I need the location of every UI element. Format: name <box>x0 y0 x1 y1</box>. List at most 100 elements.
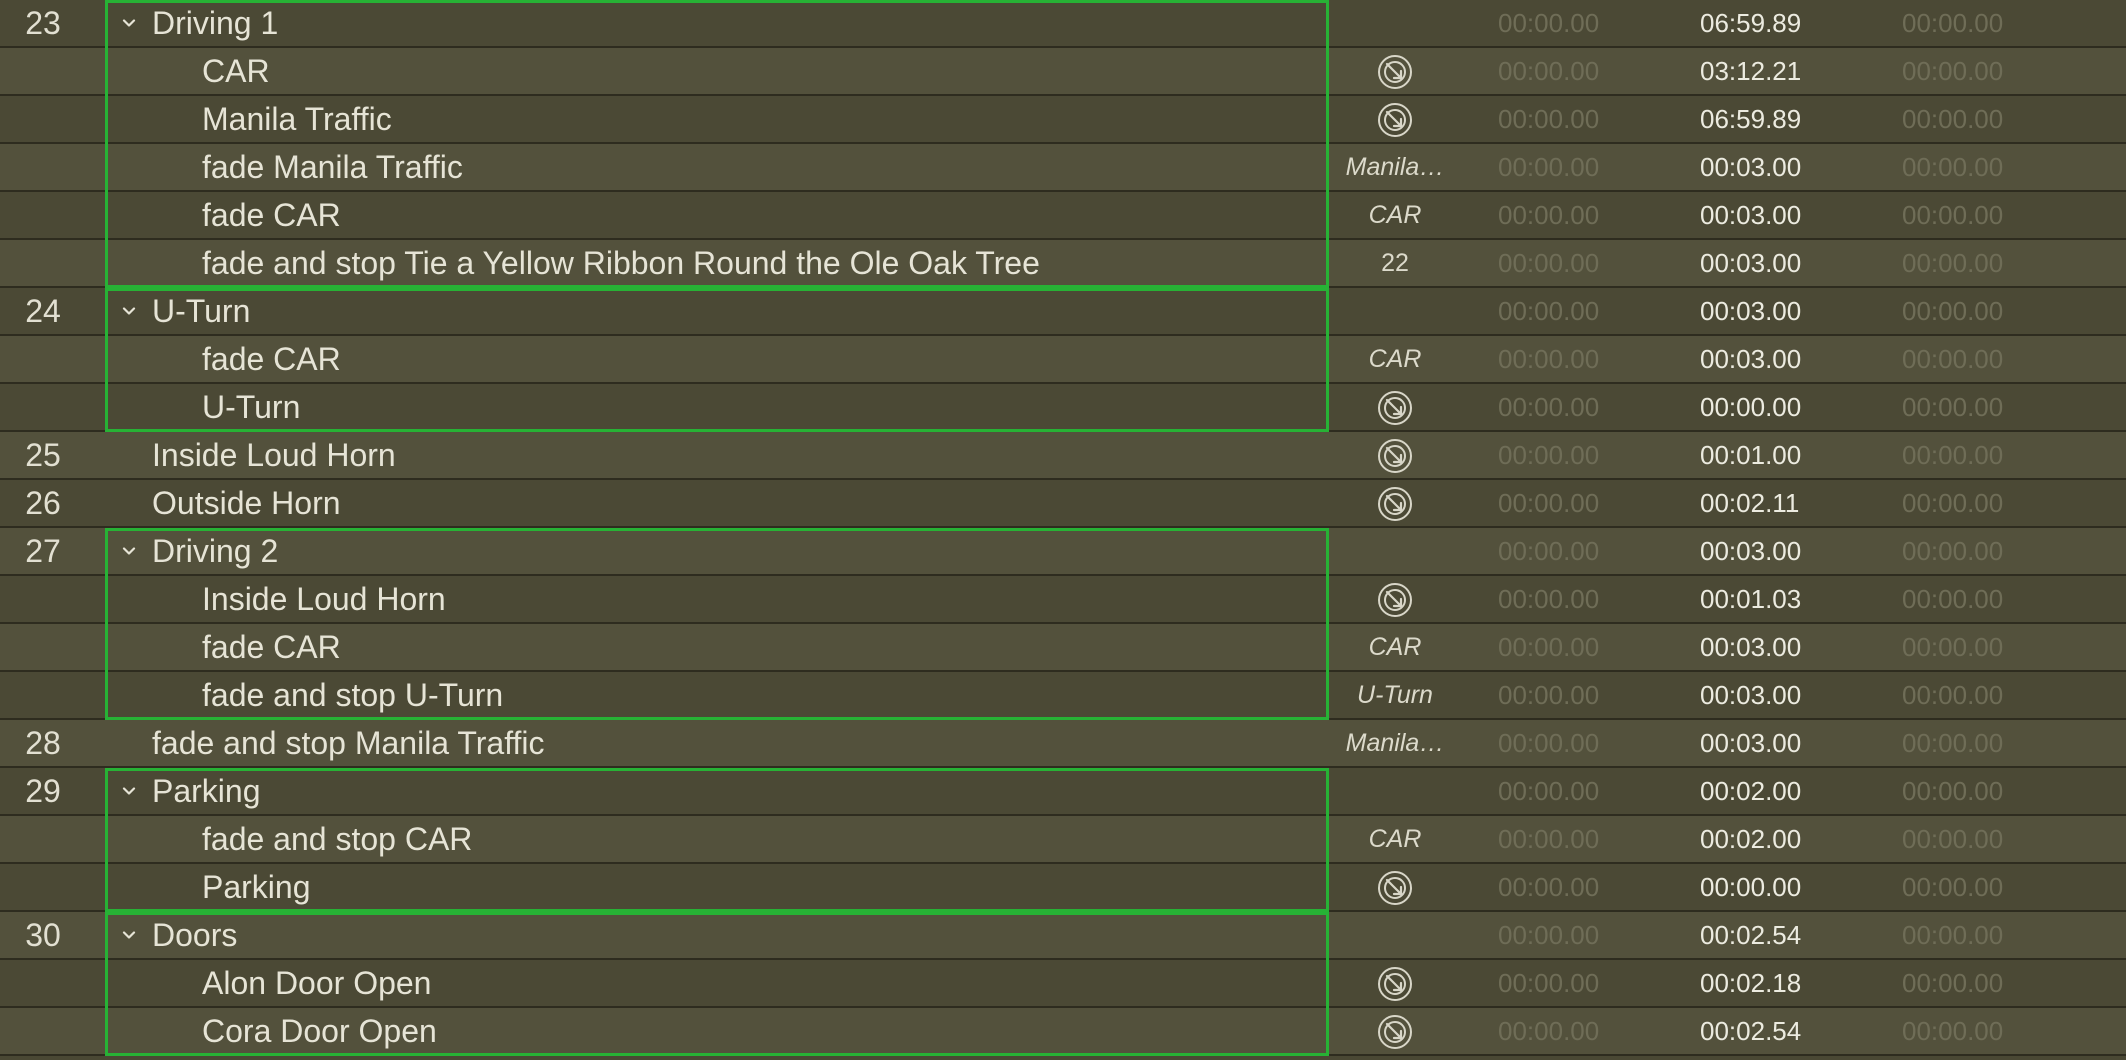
audio-target-icon[interactable] <box>1330 864 1460 910</box>
cue-row[interactable]: Alon Door Open 00:00.00 00:02.18 00:00.00 <box>0 960 2126 1008</box>
cue-name: CAR <box>202 53 270 89</box>
duration-time: 00:02.00 <box>1700 776 1802 806</box>
cue-target: CAR <box>1368 633 1422 661</box>
cue-number: 30 <box>25 917 61 953</box>
chevron-down-icon[interactable] <box>116 768 142 814</box>
cue-name: Alon Door Open <box>202 965 432 1001</box>
duration-time: 00:03.00 <box>1700 344 1802 374</box>
cue-row[interactable]: Manila Traffic 00:00.00 06:59.89 00:00.00 <box>0 96 2126 144</box>
audio-target-icon[interactable] <box>1330 576 1460 622</box>
pre-wait-time: 00:00.00 <box>1498 296 1600 326</box>
cue-number <box>0 48 86 94</box>
audio-target-icon[interactable] <box>1330 1008 1460 1054</box>
duration-time: 00:02.11 <box>1700 488 1800 518</box>
cue-list[interactable]: 23 Driving 1 00:00.00 06:59.89 00:00.00 CAR 00… <box>0 0 2126 1060</box>
duration-time: 00:03.00 <box>1700 632 1802 662</box>
cue-row[interactable]: fade and stop Tie a Yellow Ribbon Round … <box>0 240 2126 288</box>
audio-target-icon[interactable] <box>1330 432 1460 478</box>
duration-time: 00:03.00 <box>1700 248 1802 278</box>
group-cue-row[interactable]: 27 Driving 2 00:00.00 00:03.00 00:00.00 <box>0 528 2126 576</box>
cue-row[interactable]: fade CAR CAR 00:00.00 00:03.00 00:00.00 <box>0 192 2126 240</box>
pre-wait-time: 00:00.00 <box>1498 392 1600 422</box>
post-wait-time: 00:00.00 <box>1902 872 2004 902</box>
post-wait-time: 00:00.00 <box>1902 296 2004 326</box>
cue-row[interactable]: Inside Loud Horn 00:00.00 00:01.03 00:00.00 <box>0 576 2126 624</box>
group-cue-row[interactable]: 29 Parking 00:00.00 00:02.00 00:00.00 <box>0 768 2126 816</box>
duration-time: 00:00.00 <box>1700 872 1802 902</box>
cue-number <box>0 384 86 430</box>
audio-target-icon[interactable] <box>1330 480 1460 526</box>
cue-number <box>0 96 86 142</box>
duration-time: 00:03.00 <box>1700 728 1802 758</box>
duration-time: 00:01.03 <box>1700 584 1802 614</box>
pre-wait-time: 00:00.00 <box>1498 104 1600 134</box>
post-wait-time: 00:00.00 <box>1902 632 2004 662</box>
duration-time: 03:12.21 <box>1700 56 1802 86</box>
post-wait-time: 00:00.00 <box>1902 1016 2004 1046</box>
duration-time: 06:59.89 <box>1700 104 1802 134</box>
pre-wait-time: 00:00.00 <box>1498 248 1600 278</box>
pre-wait-time: 00:00.00 <box>1498 824 1600 854</box>
pre-wait-time: 00:00.00 <box>1498 776 1600 806</box>
cue-number: 25 <box>25 437 61 473</box>
audio-target-icon[interactable] <box>1330 96 1460 142</box>
duration-time: 00:02.18 <box>1700 968 1802 998</box>
cue-row[interactable]: 25 Inside Loud Horn 00:00.00 00:01.00 00:00.… <box>0 432 2126 480</box>
cue-number <box>0 672 86 718</box>
duration-time: 00:03.00 <box>1700 680 1802 710</box>
post-wait-time: 00:00.00 <box>1902 776 2004 806</box>
chevron-down-icon[interactable] <box>116 528 142 574</box>
cue-row[interactable]: fade and stop CAR CAR 00:00.00 00:02.00 00:0… <box>0 816 2126 864</box>
post-wait-time: 00:00.00 <box>1902 680 2004 710</box>
cue-row[interactable]: fade CAR CAR 00:00.00 00:03.00 00:00.00 <box>0 624 2126 672</box>
cue-row[interactable]: fade and stop U-Turn U-Turn 00:00.00 00:03.… <box>0 672 2126 720</box>
cue-number: 24 <box>25 293 61 329</box>
chevron-down-icon[interactable] <box>116 288 142 334</box>
cue-row[interactable]: CAR 00:00.00 03:12.21 00:00.00 <box>0 48 2126 96</box>
pre-wait-time: 00:00.00 <box>1498 872 1600 902</box>
pre-wait-time: 00:00.00 <box>1498 440 1600 470</box>
cue-name: fade and stop Manila Traffic <box>152 725 545 761</box>
cue-number <box>0 864 86 910</box>
duration-time: 00:01.00 <box>1700 440 1802 470</box>
pre-wait-time: 00:00.00 <box>1498 584 1600 614</box>
chevron-down-icon[interactable] <box>116 912 142 958</box>
duration-time: 00:03.00 <box>1700 152 1802 182</box>
pre-wait-time: 00:00.00 <box>1498 344 1600 374</box>
cue-row[interactable]: Parking 00:00.00 00:00.00 00:00.00 <box>0 864 2126 912</box>
cue-number <box>0 240 86 286</box>
post-wait-time: 00:00.00 <box>1902 536 2004 566</box>
group-cue-row[interactable]: 24 U-Turn 00:00.00 00:03.00 00:00.00 <box>0 288 2126 336</box>
group-cue-row[interactable]: 30 Doors 00:00.00 00:02.54 00:00.00 <box>0 912 2126 960</box>
cue-row[interactable]: fade Manila Traffic Manila… 00:00.00 00:03.… <box>0 144 2126 192</box>
audio-target-icon[interactable] <box>1330 384 1460 430</box>
cue-row[interactable]: Cora Door Open 00:00.00 00:02.54 00:00.00 <box>0 1008 2126 1056</box>
cue-number: 28 <box>25 725 61 761</box>
cue-name: Manila Traffic <box>202 101 392 137</box>
group-cue-row[interactable]: 23 Driving 1 00:00.00 06:59.89 00:00.00 <box>0 0 2126 48</box>
pre-wait-time: 00:00.00 <box>1498 8 1600 38</box>
audio-target-icon[interactable] <box>1330 48 1460 94</box>
cue-name: Outside Horn <box>152 485 341 521</box>
cue-number <box>0 144 86 190</box>
cue-target: Manila… <box>1345 153 1445 181</box>
duration-time: 00:02.00 <box>1700 824 1802 854</box>
duration-time: 00:02.54 <box>1700 920 1802 950</box>
cue-row[interactable]: U-Turn 00:00.00 00:00.00 00:00.00 <box>0 384 2126 432</box>
cue-row[interactable]: fade CAR CAR 00:00.00 00:03.00 00:00.00 <box>0 336 2126 384</box>
cue-row[interactable]: 28 fade and stop Manila Traffic Manila… 00:… <box>0 720 2126 768</box>
cue-row[interactable]: 26 Outside Horn 00:00.00 00:02.11 00:00.00 <box>0 480 2126 528</box>
cue-name: U-Turn <box>202 389 301 425</box>
post-wait-time: 00:00.00 <box>1902 920 2004 950</box>
pre-wait-time: 00:00.00 <box>1498 1016 1600 1046</box>
cue-number <box>0 624 86 670</box>
cue-name: Driving 1 <box>152 5 279 41</box>
duration-time: 00:00.00 <box>1700 392 1802 422</box>
audio-target-icon[interactable] <box>1330 960 1460 1006</box>
duration-time: 06:59.89 <box>1700 8 1802 38</box>
cue-number <box>0 1008 86 1054</box>
post-wait-time: 00:00.00 <box>1902 440 2004 470</box>
chevron-down-icon[interactable] <box>116 0 142 46</box>
cue-target: CAR <box>1368 825 1422 853</box>
cue-name: Parking <box>202 869 311 905</box>
